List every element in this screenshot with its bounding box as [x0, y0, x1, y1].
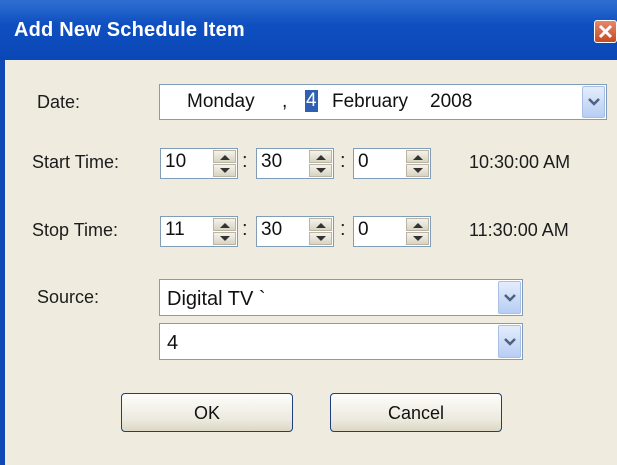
source-channel-value[interactable]: 4	[167, 332, 178, 355]
triangle-up-icon	[413, 223, 423, 228]
triangle-down-icon	[316, 236, 326, 241]
stop-second-spinner[interactable]	[406, 218, 429, 245]
start-second-value[interactable]: 0	[358, 151, 369, 173]
stop-time-label: Stop Time:	[32, 220, 119, 240]
triangle-up-icon	[413, 155, 423, 160]
start-hour-stepper[interactable]: 10	[160, 148, 238, 179]
date-month[interactable]: February	[332, 91, 408, 113]
source-channel-select[interactable]: 4	[159, 323, 523, 360]
date-day-selected[interactable]: 4	[305, 90, 318, 112]
date-label: Date:	[37, 92, 81, 112]
time-colon: :	[242, 150, 248, 172]
spin-up-button[interactable]	[213, 218, 236, 231]
stop-hour-stepper[interactable]: 11	[160, 216, 238, 247]
close-icon	[598, 24, 613, 39]
date-day-name[interactable]: Monday	[187, 91, 255, 113]
spin-up-button[interactable]	[213, 150, 236, 163]
stop-second-stepper[interactable]: 0	[353, 216, 431, 247]
start-second-spinner[interactable]	[406, 150, 429, 177]
chevron-down-icon	[504, 293, 516, 302]
stop-hour-value[interactable]: 11	[165, 219, 185, 241]
close-button[interactable]	[594, 20, 617, 43]
spin-up-button[interactable]	[309, 218, 332, 231]
date-separator: ,	[282, 91, 288, 112]
stop-minute-stepper[interactable]: 30	[256, 216, 334, 247]
stop-hour-spinner[interactable]	[213, 218, 236, 245]
triangle-up-icon	[220, 223, 230, 228]
stop-second-value[interactable]: 0	[358, 219, 369, 241]
date-picker[interactable]: Monday , 4 February 2008	[159, 84, 607, 120]
triangle-down-icon	[220, 236, 230, 241]
source-type-dropdown-button[interactable]	[498, 281, 521, 314]
start-hour-spinner[interactable]	[213, 150, 236, 177]
spin-down-button[interactable]	[309, 164, 332, 177]
spin-up-button[interactable]	[406, 150, 429, 163]
triangle-down-icon	[413, 168, 423, 173]
time-colon: :	[340, 218, 346, 240]
start-minute-stepper[interactable]: 30	[256, 148, 334, 179]
spin-down-button[interactable]	[406, 164, 429, 177]
source-type-select[interactable]: Digital TV `	[159, 279, 523, 316]
date-dropdown-button[interactable]	[582, 86, 605, 118]
start-time-label: Start Time:	[32, 152, 120, 172]
start-hour-value[interactable]: 10	[165, 151, 186, 173]
triangle-up-icon	[316, 155, 326, 160]
date-year[interactable]: 2008	[430, 91, 472, 113]
triangle-down-icon	[316, 168, 326, 173]
spin-up-button[interactable]	[309, 150, 332, 163]
triangle-up-icon	[220, 155, 230, 160]
spin-down-button[interactable]	[213, 232, 236, 245]
window-left-border	[0, 60, 5, 465]
start-second-stepper[interactable]: 0	[353, 148, 431, 179]
chevron-down-icon	[504, 337, 516, 346]
chevron-down-icon	[588, 98, 600, 106]
start-minute-spinner[interactable]	[309, 150, 332, 177]
spin-down-button[interactable]	[309, 232, 332, 245]
cancel-button[interactable]: Cancel	[330, 393, 502, 432]
title-bar[interactable]: Add New Schedule Item	[0, 0, 617, 60]
source-channel-dropdown-button[interactable]	[498, 325, 521, 358]
source-label: Source:	[37, 287, 100, 307]
ok-button[interactable]: OK	[121, 393, 293, 432]
time-colon: :	[340, 150, 346, 172]
triangle-up-icon	[316, 223, 326, 228]
time-colon: :	[242, 218, 248, 240]
ok-button-label: OK	[193, 403, 220, 423]
source-type-value[interactable]: Digital TV `	[167, 288, 266, 311]
triangle-down-icon	[413, 236, 423, 241]
spin-up-button[interactable]	[406, 218, 429, 231]
start-time-preview: 10:30:00 AM	[469, 152, 571, 172]
stop-minute-value[interactable]: 30	[261, 219, 282, 241]
dialog-title: Add New Schedule Item	[14, 19, 245, 41]
stop-time-preview: 11:30:00 AM	[469, 220, 569, 240]
stop-minute-spinner[interactable]	[309, 218, 332, 245]
triangle-down-icon	[220, 168, 230, 173]
cancel-button-label: Cancel	[387, 403, 445, 423]
start-minute-value[interactable]: 30	[261, 151, 282, 173]
add-schedule-dialog: Add New Schedule Item Date: Monday , 4 F…	[0, 0, 617, 465]
spin-down-button[interactable]	[406, 232, 429, 245]
spin-down-button[interactable]	[213, 164, 236, 177]
